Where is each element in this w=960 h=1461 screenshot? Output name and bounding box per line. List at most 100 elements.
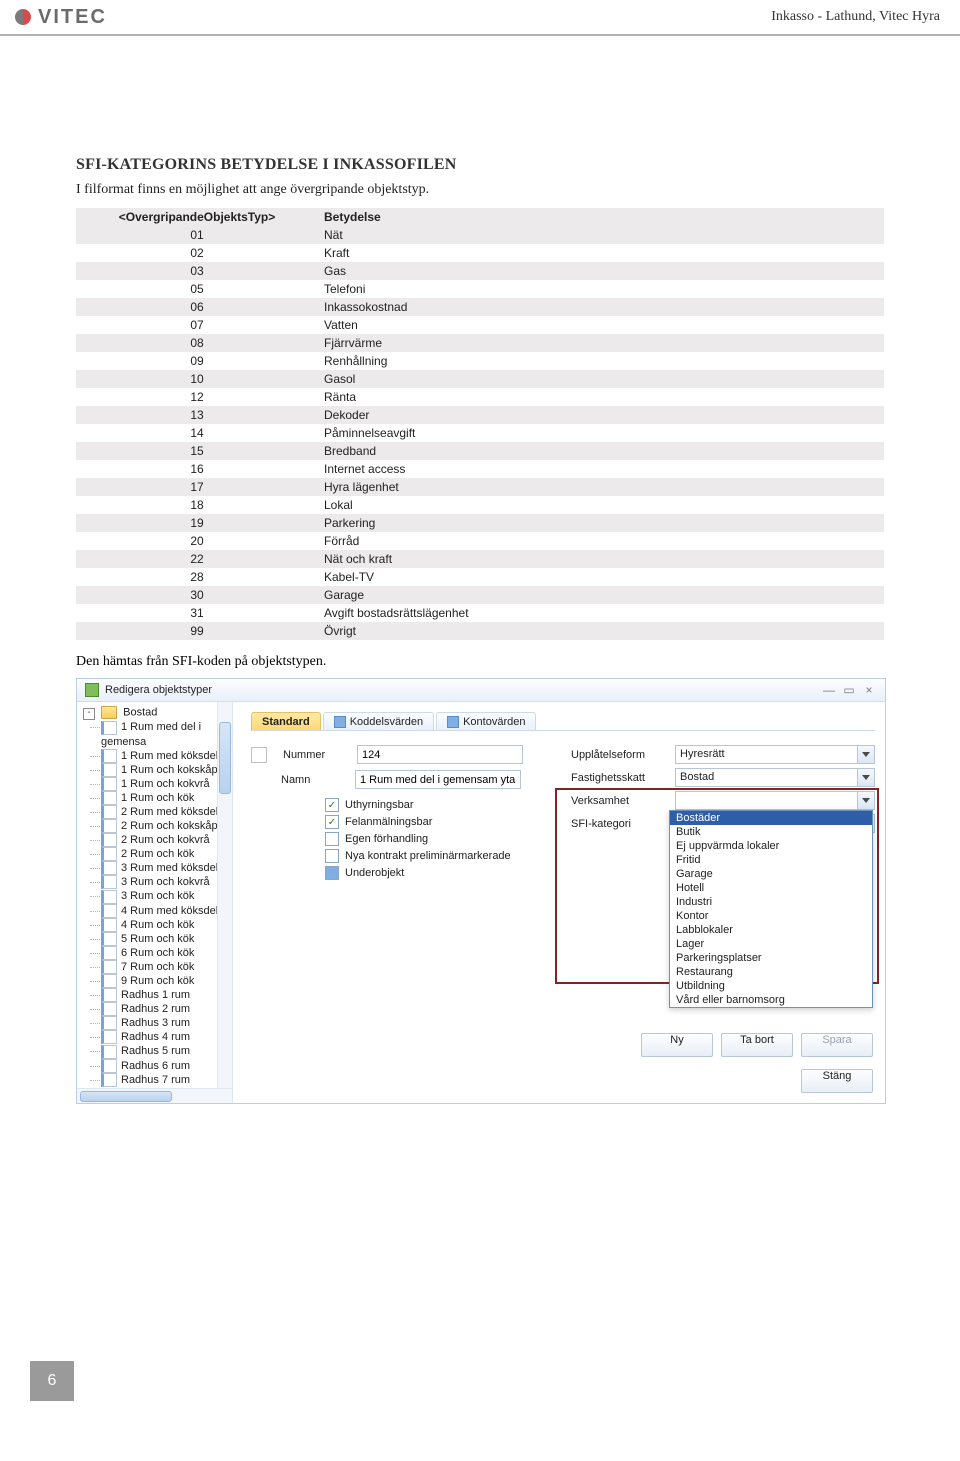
select-option[interactable]: Lager [670,937,872,951]
tree-item-label: 9 Rum och kök [121,975,194,987]
tree-item[interactable]: 2 Rum och kokskåp [101,819,232,833]
chevron-down-icon[interactable] [857,745,875,764]
tab-standard[interactable]: Standard [251,712,321,730]
tree-item[interactable]: 2 Rum med köksdel [101,805,232,819]
cell-code: 28 [76,568,318,586]
cell-label: Fjärrvärme [318,334,884,352]
select-option[interactable]: Fritid [670,853,872,867]
input-nummer[interactable] [357,745,523,764]
cell-code: 15 [76,442,318,460]
button-ta-bort[interactable]: Ta bort [721,1033,793,1057]
tree-item[interactable]: 3 Rum och kokvrå [101,875,232,889]
select-option[interactable]: Bostäder [670,811,872,825]
select-option[interactable]: Vård eller barnomsorg [670,993,872,1007]
leaf-icon [101,890,117,904]
tree-item[interactable]: Radhus 2 rum [101,1002,232,1016]
cell-code: 19 [76,514,318,532]
button-spara[interactable]: Spara [801,1033,873,1057]
tree-item[interactable]: Radhus 1 rum [101,988,232,1002]
input-namn[interactable] [355,770,521,789]
tab-icon [334,716,346,728]
select-option[interactable]: Restaurang [670,965,872,979]
table-row: 99Övrigt [76,622,884,640]
tree-item[interactable]: 9 Rum och kök [101,974,232,988]
cell-label: Renhållning [318,352,884,370]
tree-scrollbar-h[interactable] [77,1088,232,1103]
tree-item[interactable]: 4 Rum och kök [101,918,232,932]
leaf-icon [101,974,117,988]
tab-koddelsvarden[interactable]: Koddelsvärden [323,712,434,730]
tree-scrollbar-v[interactable] [217,702,232,1089]
cell-label: Internet access [318,460,884,478]
select-option[interactable]: Labblokaler [670,923,872,937]
tree-item[interactable]: Radhus 7 rum [101,1073,232,1087]
tree-item-label: Radhus 2 rum [121,1003,190,1015]
tree-item[interactable]: 6 Rum och kök [101,946,232,960]
select-option[interactable]: Garage [670,867,872,881]
leaf-icon [101,1045,117,1059]
app-title: Redigera objektstyper [105,684,212,696]
cell-code: 30 [76,586,318,604]
tree-item[interactable]: Radhus 6 rum [101,1059,232,1073]
tree-item[interactable]: 4 Rum med köksdel [101,904,232,918]
select-upplatelseform[interactable]: Hyresrätt [675,745,875,764]
tree-item[interactable]: 3 Rum med köksdel [101,861,232,875]
leaf-icon [101,833,117,847]
tree-root-node[interactable]: - Bostad [83,706,232,720]
folder-icon [101,706,117,719]
tree-item[interactable]: 1 Rum med köksdel [101,749,232,763]
table-header-code: <OvergripandeObjektsTyp> [76,208,318,226]
table-row: 08Fjärrvärme [76,334,884,352]
expand-icon[interactable]: - [83,708,95,720]
tab-kontovarden[interactable]: Kontovärden [436,712,536,730]
page-footer: 6 [30,1361,74,1401]
select-option[interactable]: Industri [670,895,872,909]
tree-item[interactable]: 7 Rum och kök [101,960,232,974]
select-option[interactable]: Butik [670,825,872,839]
table-row: 15Bredband [76,442,884,460]
tree-item[interactable]: 1 Rum med del i gemensa [101,720,232,748]
tree-item[interactable]: 1 Rum och kokskåp [101,763,232,777]
tree-item[interactable]: 2 Rum och kokvrå [101,833,232,847]
cell-label: Övrigt [318,622,884,640]
tree-item-label: Radhus 7 rum [121,1074,190,1086]
tree-item[interactable]: 3 Rum och kök [101,889,232,903]
window-minimize-icon[interactable]: — [821,683,837,697]
cell-code: 31 [76,604,318,622]
app-titlebar[interactable]: Redigera objektstyper — ▭ × [77,679,885,702]
button-stang[interactable]: Stäng [801,1069,873,1093]
checkbox-uthyrningsbar[interactable]: Uthyrningsbar [325,798,551,812]
tree-item-label: Radhus 5 rum [121,1045,190,1057]
tree-item[interactable]: 1 Rum och kokvrå [101,777,232,791]
tree-item[interactable]: 1 Rum och kök [101,791,232,805]
select-option[interactable]: Utbildning [670,979,872,993]
tree-item[interactable]: Radhus 4 rum [101,1030,232,1044]
chevron-down-icon[interactable] [857,768,875,787]
cell-label: Garage [318,586,884,604]
window-close-icon[interactable]: × [861,683,877,697]
cell-label: Nät och kraft [318,550,884,568]
select-option[interactable]: Parkeringsplatser [670,951,872,965]
table-row: 06Inkassokostnad [76,298,884,316]
select-option[interactable]: Ej uppvärmda lokaler [670,839,872,853]
tree-item[interactable]: 2 Rum och kök [101,847,232,861]
cell-label: Avgift bostadsrättslägenhet [318,604,884,622]
checkbox-egen-forhandling[interactable]: Egen förhandling [325,832,551,846]
select-option[interactable]: Hotell [670,881,872,895]
cell-code: 20 [76,532,318,550]
tree-item-label: 3 Rum med köksdel [121,862,218,874]
window-restore-icon[interactable]: ▭ [841,683,857,697]
tree-item-label: 1 Rum och kokskåp [121,764,218,776]
button-ny[interactable]: Ny [641,1033,713,1057]
checkbox-nya-kontrakt[interactable]: Nya kontrakt preliminärmarkerade [325,849,551,863]
select-fastighetsskatt[interactable]: Bostad [675,768,875,787]
tree-item[interactable]: Radhus 5 rum [101,1044,232,1058]
tree-item[interactable]: 5 Rum och kök [101,932,232,946]
select-option[interactable]: Kontor [670,909,872,923]
checkbox-felanmalningsbar[interactable]: Felanmälningsbar [325,815,551,829]
checkbox-underobjekt[interactable]: Underobjekt [325,866,551,880]
tree-item[interactable]: Radhus 3 rum [101,1016,232,1030]
cell-code: 03 [76,262,318,280]
select-sfi-popup[interactable]: BostäderButikEj uppvärmda lokalerFritidG… [669,810,873,1008]
cell-code: 99 [76,622,318,640]
